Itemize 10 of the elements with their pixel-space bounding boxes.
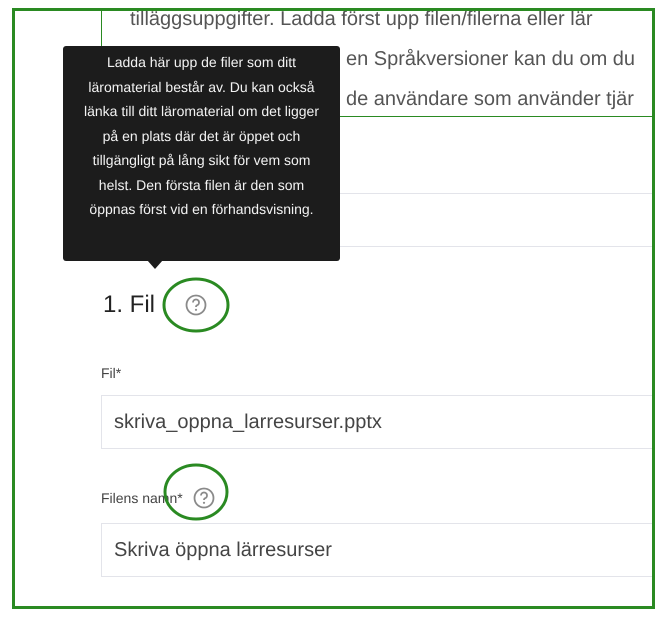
tooltip-arrow-icon <box>147 260 163 269</box>
section-title: 1. Fil <box>103 291 156 319</box>
text-field[interactable]: skriva_oppna_larresurser.pptx <box>101 395 652 449</box>
tooltip: Ladda här upp de filer som ditt läromaterial består av. Du kan också länka till ditt läromaterial om det ligger på en plats där det är öppet och tillgängligt på lång sikt för vem som helst. Den första filen är den som öppnas först vid en förhandsvisning. <box>63 46 340 261</box>
field-label: Fil* <box>101 365 122 381</box>
info-text-line: en Språkversioner kan du om du <box>346 47 636 72</box>
help-icon[interactable] <box>185 294 208 316</box>
help-icon[interactable] <box>192 487 215 509</box>
text-field[interactable]: Skriva öppna lärresurser <box>101 523 652 577</box>
info-text-line: de användare som använder tjär <box>346 87 634 112</box>
